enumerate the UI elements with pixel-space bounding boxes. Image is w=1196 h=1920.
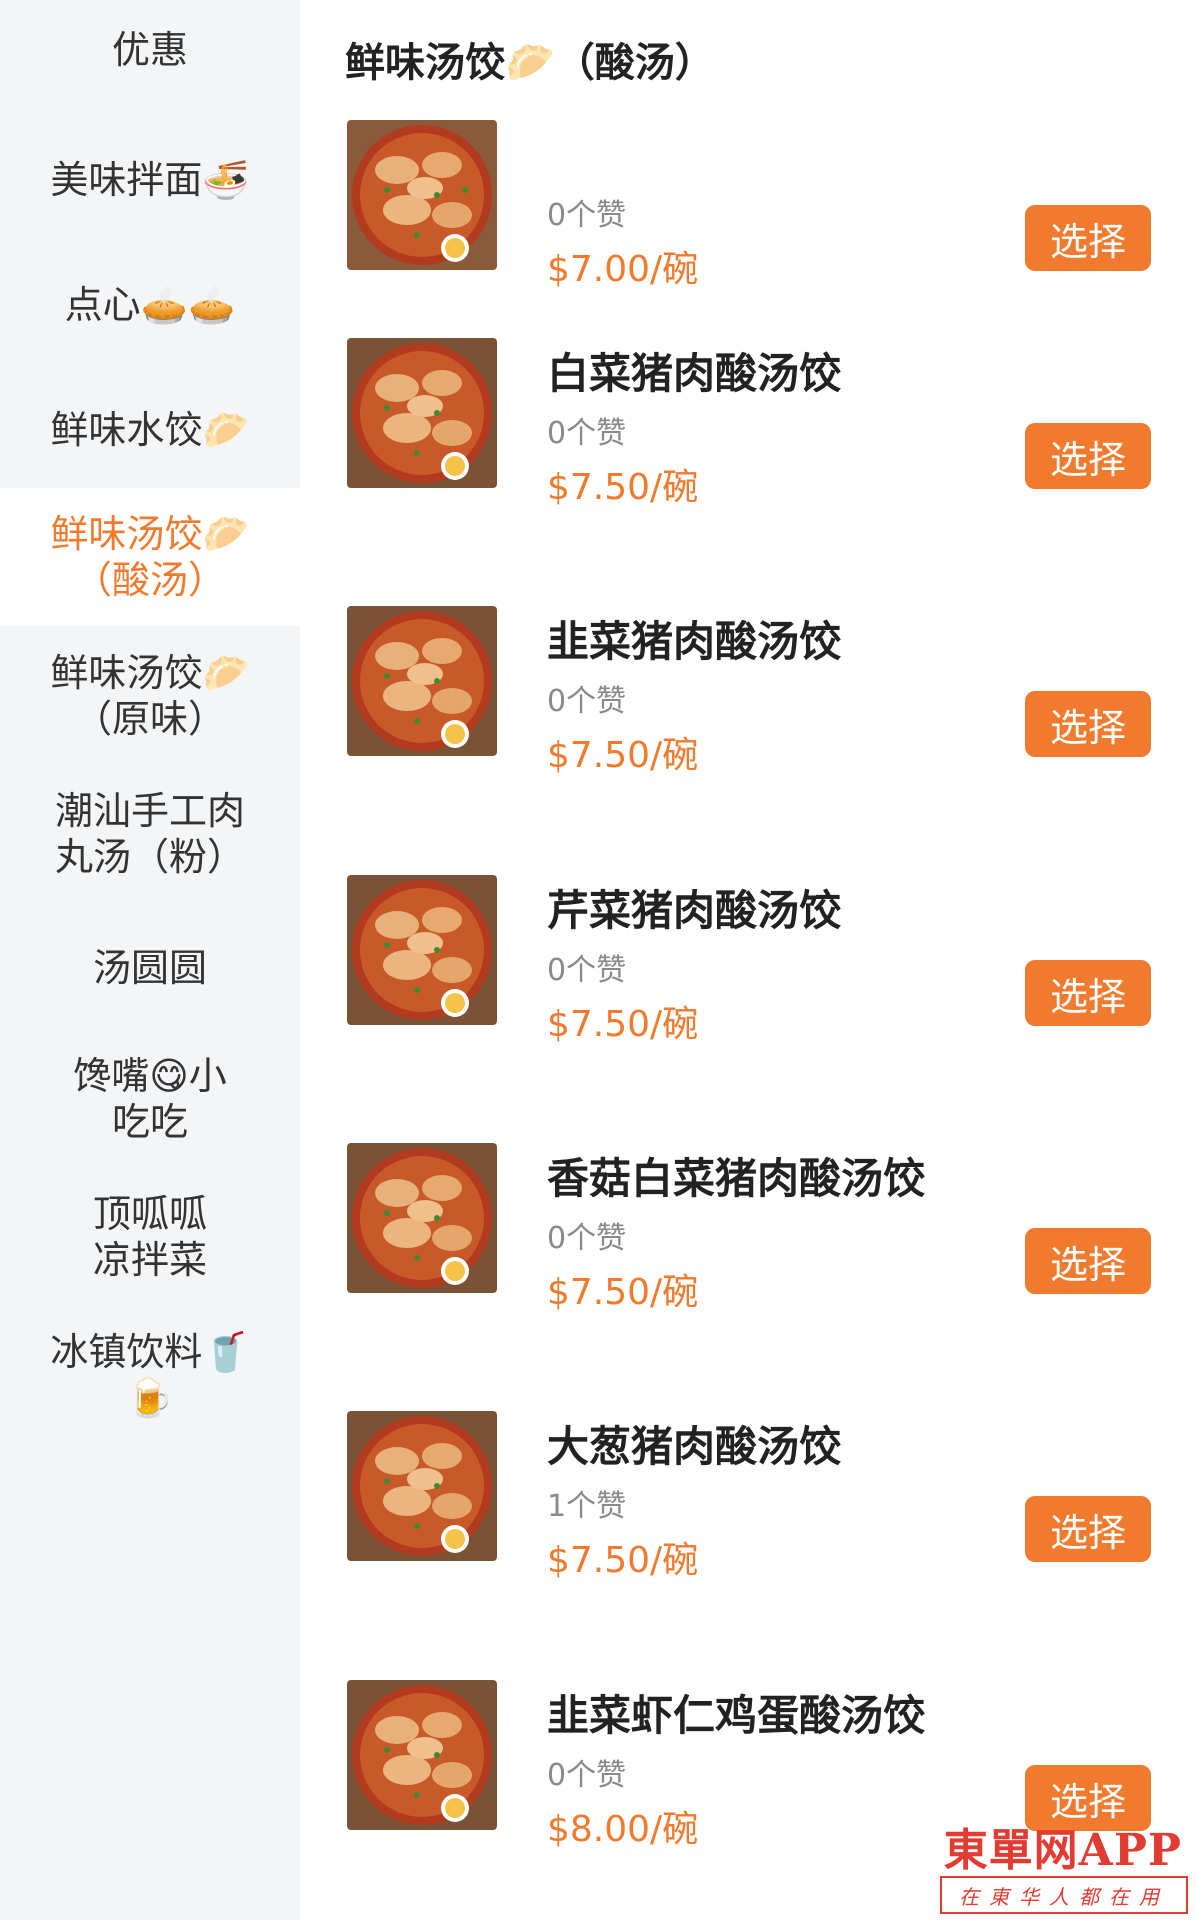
- like-count: 1个赞: [547, 1489, 627, 1524]
- select-button[interactable]: 选择: [1025, 1496, 1151, 1562]
- product-name: 韭菜猪肉酸汤饺: [547, 617, 842, 666]
- category-original-soup-dumplings[interactable]: 鲜味汤饺🥟 （原味）: [0, 627, 300, 765]
- category-label: 顶呱呱 凉拌菜: [92, 1192, 207, 1282]
- category-dim-sum[interactable]: 点心🥧🥧: [0, 255, 300, 355]
- product-name: 白菜猪肉酸汤饺: [547, 349, 842, 398]
- category-snacks[interactable]: 馋嘴😋小 吃吃: [0, 1030, 300, 1168]
- product-item: 0个赞 $7.00/碗 选择: [300, 120, 1196, 350]
- product-item: 香菇白菜猪肉酸汤饺 0个赞 $7.50/碗 选择: [300, 1143, 1196, 1373]
- like-count: 0个赞: [547, 416, 627, 451]
- category-label: 优惠: [111, 28, 188, 72]
- category-noodles[interactable]: 美味拌面🍜: [0, 130, 300, 230]
- category-label: 鲜味汤饺🥟 （原味）: [50, 651, 250, 741]
- category-label: 鲜味水饺🥟: [50, 408, 250, 452]
- category-label: 美味拌面🍜: [50, 158, 250, 202]
- product-name: 大葱猪肉酸汤饺: [547, 1422, 842, 1471]
- like-count: 0个赞: [547, 1758, 627, 1793]
- like-count: 0个赞: [547, 1221, 627, 1256]
- product-item: 白菜猪肉酸汤饺 0个赞 $7.50/碗 选择: [300, 338, 1196, 568]
- price: $7.50/碗: [547, 467, 699, 508]
- price: $7.50/碗: [547, 1004, 699, 1045]
- select-button[interactable]: 选择: [1025, 1228, 1151, 1294]
- dumpling-soup-image[interactable]: [347, 338, 497, 488]
- product-item: 韭菜猪肉酸汤饺 0个赞 $7.50/碗 选择: [300, 606, 1196, 836]
- category-cold-drinks[interactable]: 冰镇饮料🥤 🍺: [0, 1306, 300, 1444]
- watermark-brand: 東單网APP: [943, 1825, 1182, 1876]
- product-item: 大葱猪肉酸汤饺 1个赞 $7.50/碗 选择: [300, 1411, 1196, 1641]
- category-label: 冰镇饮料🥤 🍺: [50, 1330, 250, 1420]
- category-boiled-dumplings[interactable]: 鲜味水饺🥟: [0, 380, 300, 480]
- product-name: 韭菜虾仁鸡蛋酸汤饺: [547, 1691, 926, 1740]
- section-title: 鲜味汤饺🥟（酸汤）: [345, 40, 715, 86]
- like-count: 0个赞: [547, 953, 627, 988]
- category-sour-soup-dumplings[interactable]: 鲜味汤饺🥟 （酸汤）: [0, 488, 300, 626]
- like-count: 0个赞: [547, 198, 627, 233]
- category-label: 潮汕手工肉 丸汤（粉）: [54, 789, 245, 879]
- dumpling-soup-image[interactable]: [347, 1411, 497, 1561]
- category-tangyuan[interactable]: 汤圆圆: [0, 918, 300, 1018]
- select-button[interactable]: 选择: [1025, 205, 1151, 271]
- category-sidebar: 优惠 美味拌面🍜 点心🥧🥧 鲜味水饺🥟 鲜味汤饺🥟 （酸汤） 鲜味汤饺🥟 （原味…: [0, 0, 300, 1920]
- price: $7.50/碗: [547, 1540, 699, 1581]
- select-button[interactable]: 选择: [1025, 691, 1151, 757]
- category-label: 馋嘴😋小 吃吃: [73, 1054, 227, 1144]
- price: $7.50/碗: [547, 1272, 699, 1313]
- like-count: 0个赞: [547, 684, 627, 719]
- product-name: 芹菜猪肉酸汤饺: [547, 886, 842, 935]
- category-label: 汤圆圆: [92, 946, 207, 990]
- dumpling-soup-image[interactable]: [347, 606, 497, 756]
- price: $7.50/碗: [547, 735, 699, 776]
- product-item: 芹菜猪肉酸汤饺 0个赞 $7.50/碗 选择: [300, 875, 1196, 1105]
- category-label: 点心🥧🥧: [64, 283, 236, 327]
- dumpling-soup-image[interactable]: [347, 1143, 497, 1293]
- dumpling-soup-image[interactable]: [347, 1680, 497, 1830]
- select-button[interactable]: 选择: [1025, 960, 1151, 1026]
- category-chaoshan-meatball-soup[interactable]: 潮汕手工肉 丸汤（粉）: [0, 765, 300, 903]
- watermark-logo: 東單网APP 在東华人都在用: [938, 1814, 1188, 1914]
- price: $8.00/碗: [547, 1809, 699, 1850]
- product-name: 香菇白菜猪肉酸汤饺: [547, 1154, 926, 1203]
- category-cold-dishes[interactable]: 顶呱呱 凉拌菜: [0, 1168, 300, 1306]
- category-discounts[interactable]: 优惠: [0, 0, 300, 100]
- dumpling-soup-image[interactable]: [347, 120, 497, 270]
- product-list: 鲜味汤饺🥟（酸汤） 0个赞 $7.00/碗 选择 白菜猪肉酸汤饺 0个赞 $7.…: [300, 0, 1196, 1920]
- dumpling-soup-image[interactable]: [347, 875, 497, 1025]
- price: $7.00/碗: [547, 249, 699, 290]
- select-button[interactable]: 选择: [1025, 423, 1151, 489]
- category-label: 鲜味汤饺🥟 （酸汤）: [50, 512, 250, 602]
- watermark-slogan: 在東华人都在用: [940, 1876, 1188, 1914]
